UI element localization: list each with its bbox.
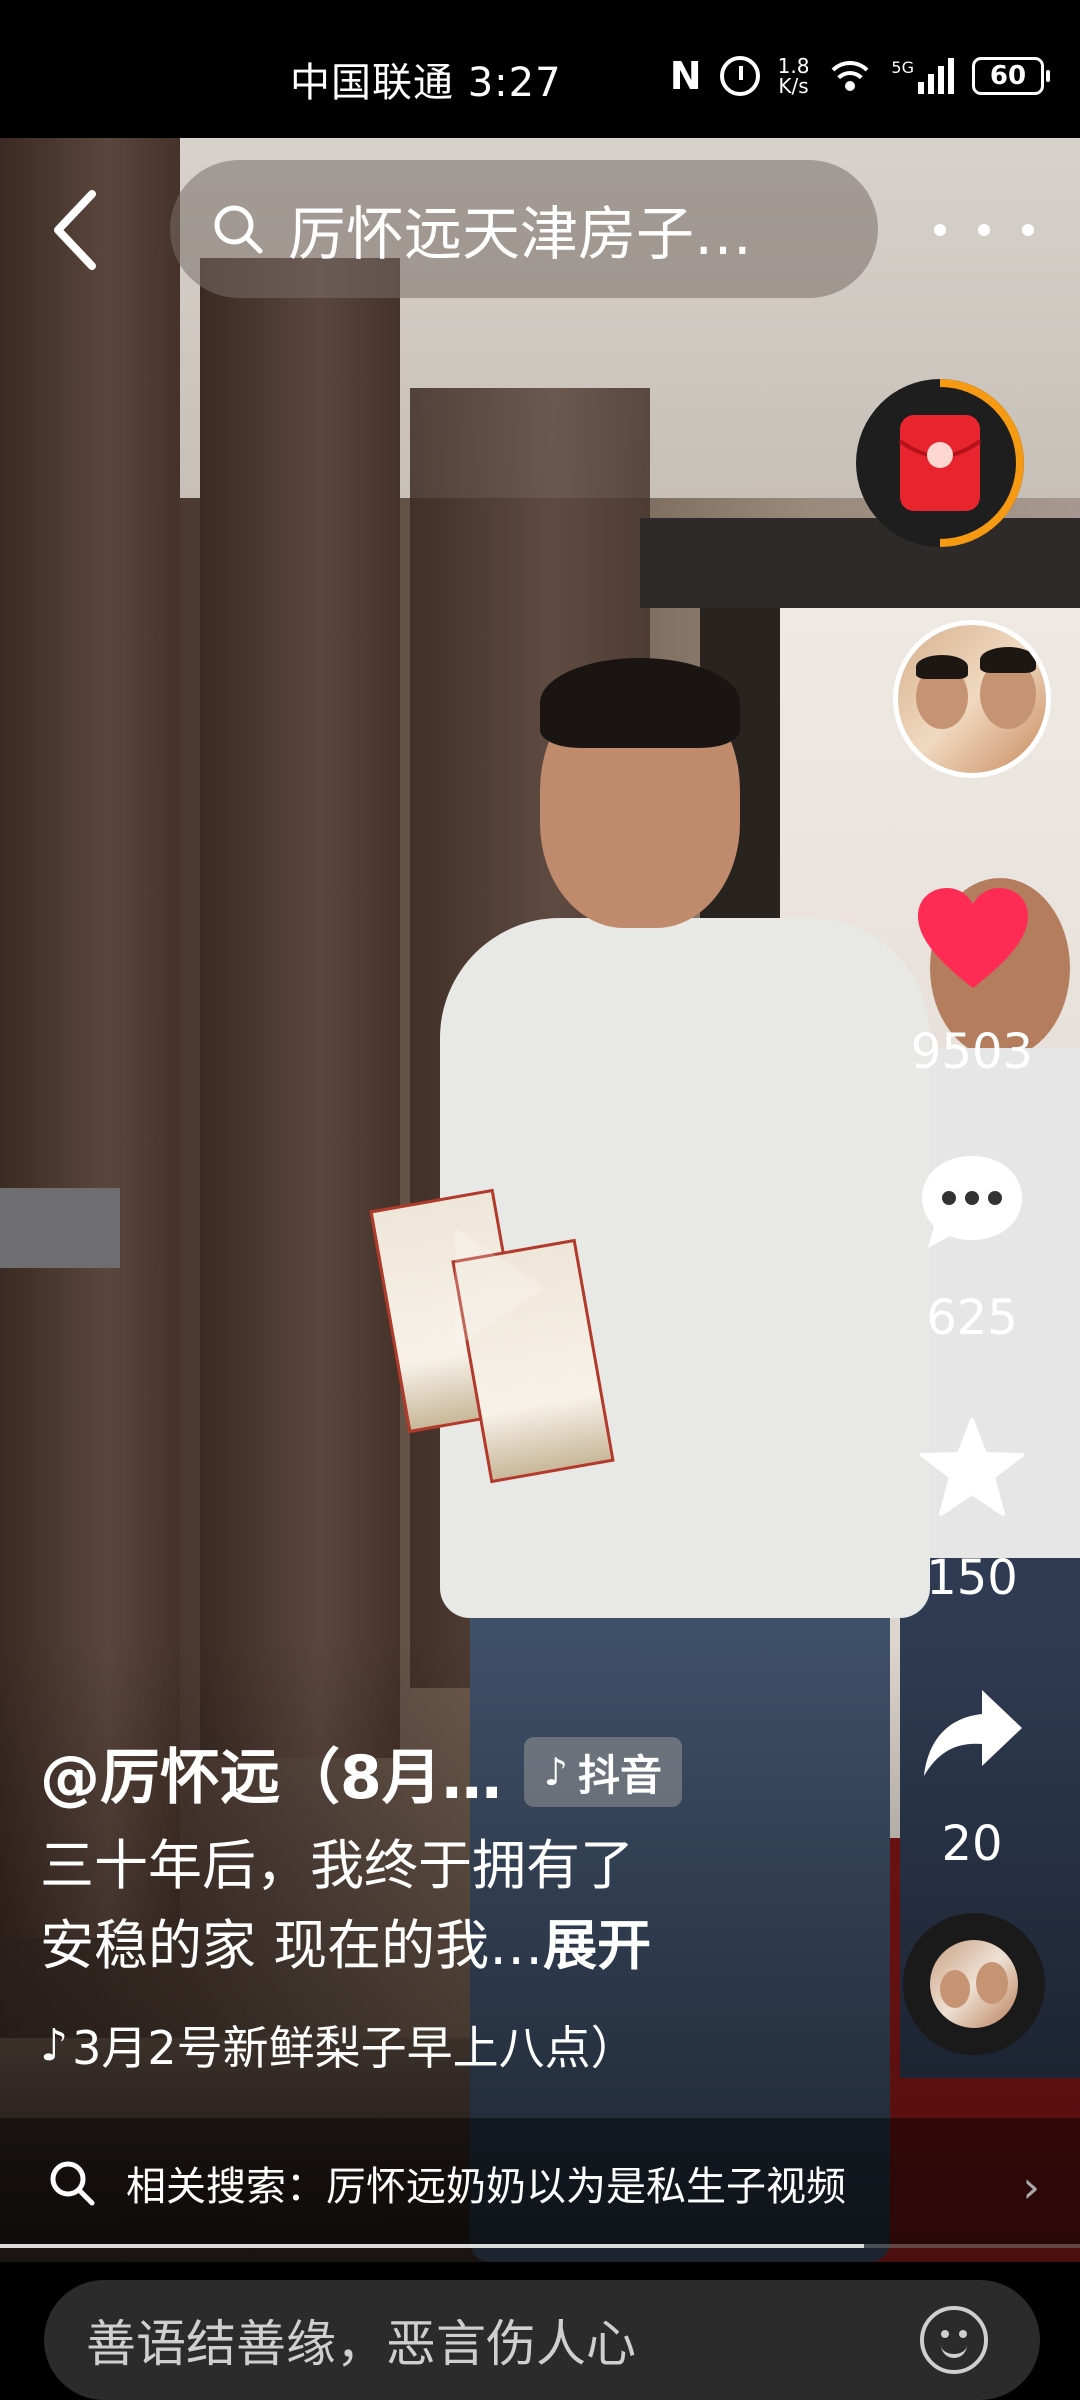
carrier-time: 中国联通 3:27 [290,60,562,106]
platform-badge-label: 抖音 [578,1750,663,1800]
status-icons: N 1.8 K/s 5G 60 [669,46,1050,106]
music-note-icon: ♪ [40,2019,69,2071]
red-packet-reward-button[interactable] [852,375,1028,551]
favorite-count: 150 [926,1550,1018,1606]
network-speed-unit: K/s [778,74,809,98]
author-name[interactable]: @厉怀远（8月… [40,1729,502,1816]
expand-button[interactable]: 展开 [543,1914,651,1977]
search-icon [214,205,263,254]
description-line: 三十年后，我终于拥有了 [40,1834,634,1897]
chevron-left-icon [54,190,96,270]
related-search-term: 厉怀远奶奶以为是私生子视频 [326,2164,846,2210]
battery-icon: 60 [972,57,1050,95]
music-cover-image [930,1940,1018,2028]
dot-icon [934,224,946,236]
comment-count: 625 [926,1290,1018,1346]
emoji-button[interactable] [920,2306,988,2374]
emoji-mouth [941,2340,967,2358]
comment-placeholder: 善语结善缘，恶言伤人心 [86,2315,636,2373]
back-button[interactable] [40,180,120,280]
nfc-icon: N [669,54,702,98]
network-speed: 1.8 K/s [778,56,810,96]
search-bar[interactable]: 厉怀远天津房子… [170,160,878,298]
author-avatar[interactable] [893,620,1051,778]
music-disc-button[interactable] [903,1913,1045,2055]
more-options-button[interactable] [934,190,1034,270]
emoji-eye [941,2330,949,2338]
playback-progress-bar[interactable] [0,2244,1080,2248]
video-feed-screen: 中国联通 3:27 N 1.8 K/s 5G 60 厉怀远天津房子… 9503 … [0,0,1080,2400]
description-line: 安稳的家 现在的我… [40,1914,544,1977]
comment-button[interactable] [918,1150,1026,1254]
like-heart-button[interactable] [914,884,1032,994]
scene-wall-panel [200,258,400,1758]
related-search-label: 相关搜索： [126,2164,326,2210]
cellular-signal-icon: 5G [891,58,954,94]
search-query: 厉怀远天津房子… [288,200,753,268]
share-button[interactable] [918,1686,1026,1782]
chevron-right-icon: › [1022,2162,1040,2213]
emoji-eye [959,2330,967,2338]
dot-icon [1022,224,1034,236]
tiktok-note-icon: ♪ [543,1750,569,1794]
related-search-bar[interactable]: 相关搜索： 厉怀远奶奶以为是私生子视频 › [0,2118,1080,2248]
scene-wall-handle [0,1188,120,1268]
share-count: 20 [941,1816,1003,1872]
favorite-star-button[interactable] [918,1416,1026,1520]
network-speed-value: 1.8 [777,54,810,78]
search-icon [50,2161,95,2206]
status-bar: 中国联通 3:27 N 1.8 K/s 5G 60 [0,0,1080,138]
music-title-text: 3月2号新鲜梨子早上八点） [72,2021,637,2075]
platform-badge: ♪ 抖音 [523,1737,683,1807]
dot-icon [978,224,990,236]
like-count: 9503 [910,1024,1034,1080]
author-row: @厉怀远（8月… ♪ 抖音 [40,1732,683,1813]
network-type: 5G [891,58,914,77]
play-indicator-icon [455,1228,545,1348]
video-description[interactable]: 三十年后，我终于拥有了 安稳的家 现在的我…展开 [40,1826,740,1986]
battery-level: 60 [989,61,1027,91]
playback-progress-fill [0,2244,864,2248]
alarm-icon [719,56,760,96]
comment-input[interactable]: 善语结善缘，恶言伤人心 [44,2280,1040,2400]
wifi-icon [824,59,877,93]
music-title[interactable]: ♪ 3月2号新鲜梨子早上八点） [40,2010,720,2080]
